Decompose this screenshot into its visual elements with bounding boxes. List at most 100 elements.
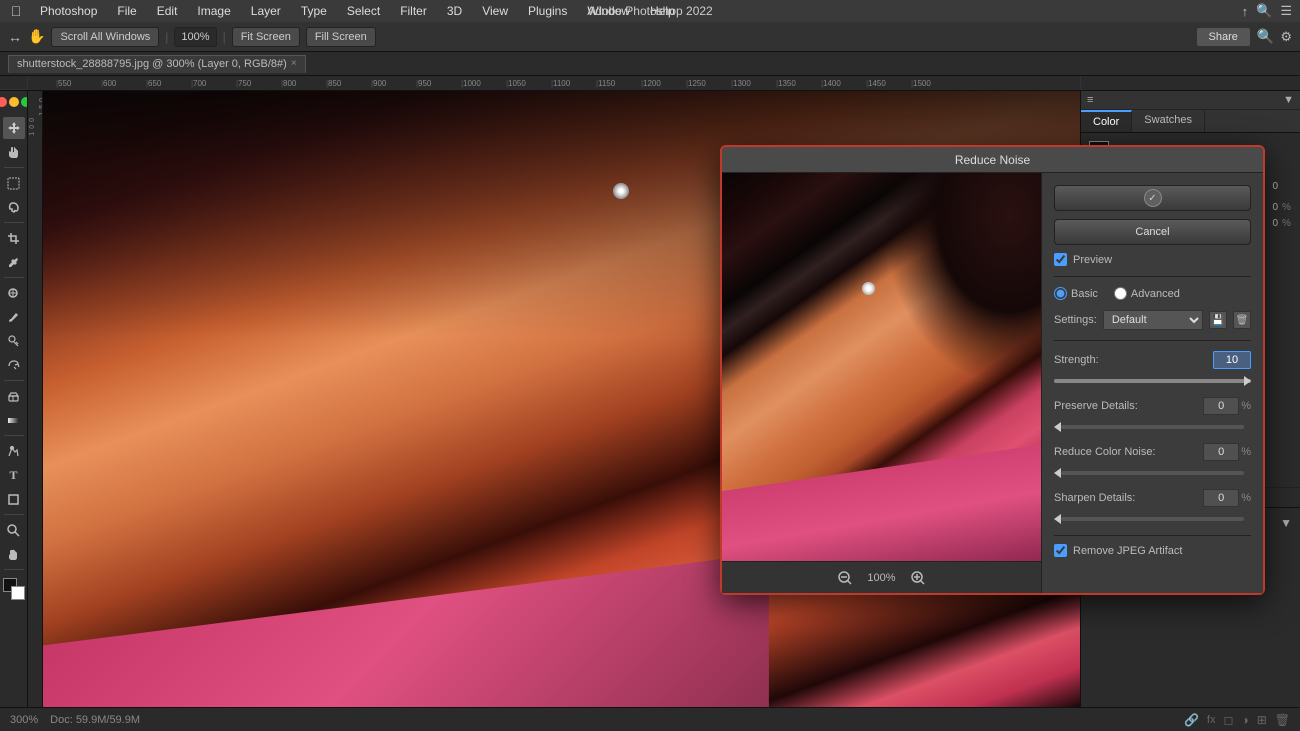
search-button[interactable]: 🔍 <box>1257 28 1274 45</box>
brush-tool[interactable] <box>3 306 25 328</box>
delete-settings-button[interactable]: 🗑 <box>1233 311 1251 329</box>
ruler-mark: 600 <box>101 79 146 88</box>
ruler-mark: 550 <box>56 79 101 88</box>
hand-tool-2[interactable] <box>3 543 25 565</box>
strength-slider-track <box>1054 379 1251 383</box>
trash-icon[interactable]: 🗑 <box>1275 713 1290 727</box>
settings-row: Settings: Default 💾 🗑 <box>1054 310 1251 330</box>
mask-icon[interactable]: ◻ <box>1223 713 1233 727</box>
preview-image[interactable] <box>722 173 1041 561</box>
sharpen-details-input[interactable] <box>1203 489 1239 507</box>
menu-3d[interactable]: 3D <box>439 2 470 20</box>
strength-label: Strength: <box>1054 354 1099 366</box>
notification-icon[interactable]: ☰ <box>1280 3 1292 19</box>
ruler-mark: 1050 <box>506 79 551 88</box>
share-button[interactable]: Share <box>1196 27 1251 47</box>
clone-tool[interactable] <box>3 330 25 352</box>
preserve-details-slider-thumb-left[interactable] <box>1054 422 1061 432</box>
history-brush-tool[interactable] <box>3 354 25 376</box>
menu-photoshop[interactable]: Photoshop <box>32 2 105 20</box>
zoom-in-button[interactable] <box>908 568 928 588</box>
settings-icon[interactable]: ⚙ <box>1280 29 1292 45</box>
dialog-preview-footer: 100% <box>722 561 1041 593</box>
basic-radio[interactable] <box>1054 287 1067 300</box>
lasso-tool[interactable] <box>3 196 25 218</box>
menu-filter[interactable]: Filter <box>392 2 435 20</box>
dialog-controls: ✓ Cancel Preview Basic Advanced <box>1042 173 1263 593</box>
preview-checkbox[interactable] <box>1054 253 1067 266</box>
menubar-right-icons: ↑ 🔍 ☰ <box>1242 3 1292 19</box>
move-tool[interactable] <box>3 117 25 139</box>
apple-menu[interactable]:  <box>8 3 24 19</box>
layers-icon[interactable]: ⊞ <box>1257 713 1267 727</box>
reduce-noise-dialog: Reduce Noise 100% <box>720 145 1265 595</box>
eraser-tool[interactable] <box>3 385 25 407</box>
strength-label-row: Strength: <box>1054 351 1251 369</box>
ruler-mark: 850 <box>326 79 371 88</box>
menu-file[interactable]: File <box>109 2 144 20</box>
zoom-tool[interactable] <box>3 519 25 541</box>
marquee-tool[interactable] <box>3 172 25 194</box>
divider-1 <box>1054 276 1251 277</box>
share-icon[interactable]: ↑ <box>1242 4 1249 19</box>
menu-image[interactable]: Image <box>189 2 238 20</box>
settings-dropdown[interactable]: Default <box>1103 310 1203 330</box>
adjustment-icon[interactable]: ◑ <box>1241 713 1248 727</box>
ok-circle-icon: ✓ <box>1144 189 1162 207</box>
healing-tool[interactable] <box>3 282 25 304</box>
menu-plugins[interactable]: Plugins <box>520 2 575 20</box>
tab-color[interactable]: Color <box>1081 110 1132 132</box>
basic-label[interactable]: Basic <box>1071 288 1098 300</box>
ruler-mark: 1150 <box>596 79 641 88</box>
file-tab[interactable]: shutterstock_28888795.jpg @ 300% (Layer … <box>8 55 306 73</box>
scroll-all-windows-button[interactable]: Scroll All Windows <box>51 27 159 47</box>
statusbar: 300% Doc: 59.9M/59.9M 🔗 fx ◻ ◑ ⊞ 🗑 <box>0 707 1300 731</box>
file-tab-bar: shutterstock_28888795.jpg @ 300% (Layer … <box>0 52 1300 76</box>
radio-basic: Basic <box>1054 287 1098 300</box>
hand-tool-icon: ✋ <box>28 28 45 45</box>
save-settings-button[interactable]: 💾 <box>1209 311 1227 329</box>
ok-button[interactable]: ✓ <box>1054 185 1251 211</box>
s-unit: % <box>1282 202 1292 213</box>
tab-close-button[interactable]: × <box>291 58 297 69</box>
gradient-tool[interactable] <box>3 409 25 431</box>
preserve-details-input[interactable] <box>1203 397 1239 415</box>
eyedropper-tool[interactable] <box>3 251 25 273</box>
fit-screen-button[interactable]: Fit Screen <box>232 27 300 47</box>
sharpen-details-slider-thumb-left[interactable] <box>1054 514 1061 524</box>
preview-label[interactable]: Preview <box>1073 254 1112 266</box>
jpeg-artifact-label[interactable]: Remove JPEG Artifact <box>1073 545 1182 557</box>
menu-select[interactable]: Select <box>339 2 388 20</box>
menu-type[interactable]: Type <box>293 2 335 20</box>
path-tool[interactable] <box>3 440 25 462</box>
panel-collapse-icon[interactable]: ▼ <box>1283 94 1294 106</box>
advanced-label[interactable]: Advanced <box>1131 288 1180 300</box>
strength-slider-thumb[interactable] <box>1244 376 1251 386</box>
panel-settings-icon[interactable]: ▼ <box>1280 516 1292 530</box>
cancel-button[interactable]: Cancel <box>1054 219 1251 245</box>
menu-view[interactable]: View <box>474 2 516 20</box>
reduce-color-noise-slider-thumb-left[interactable] <box>1054 468 1061 478</box>
search-menubar-icon[interactable]: 🔍 <box>1256 3 1272 19</box>
crop-tool[interactable] <box>3 227 25 249</box>
panel-expand-icon[interactable]: ≡ <box>1087 94 1093 106</box>
color-swatches[interactable] <box>3 578 25 600</box>
menu-layer[interactable]: Layer <box>243 2 289 20</box>
hand-tool[interactable] <box>3 141 25 163</box>
tab-swatches[interactable]: Swatches <box>1132 110 1205 132</box>
background-color[interactable] <box>11 586 25 600</box>
tools-panel: T <box>0 91 28 707</box>
link-icon[interactable]: 🔗 <box>1184 713 1199 727</box>
strength-input[interactable] <box>1213 351 1251 369</box>
reduce-color-noise-input[interactable] <box>1203 443 1239 461</box>
shape-tool[interactable] <box>3 488 25 510</box>
mode-radio-row: Basic Advanced <box>1054 287 1251 300</box>
advanced-radio[interactable] <box>1114 287 1127 300</box>
jpeg-artifact-row: Remove JPEG Artifact <box>1054 544 1251 557</box>
jpeg-artifact-checkbox[interactable] <box>1054 544 1067 557</box>
menu-edit[interactable]: Edit <box>149 2 186 20</box>
fill-screen-button[interactable]: Fill Screen <box>306 27 376 47</box>
zoom-out-button[interactable] <box>835 568 855 588</box>
type-tool[interactable]: T <box>3 464 25 486</box>
tool-separator <box>4 277 24 278</box>
